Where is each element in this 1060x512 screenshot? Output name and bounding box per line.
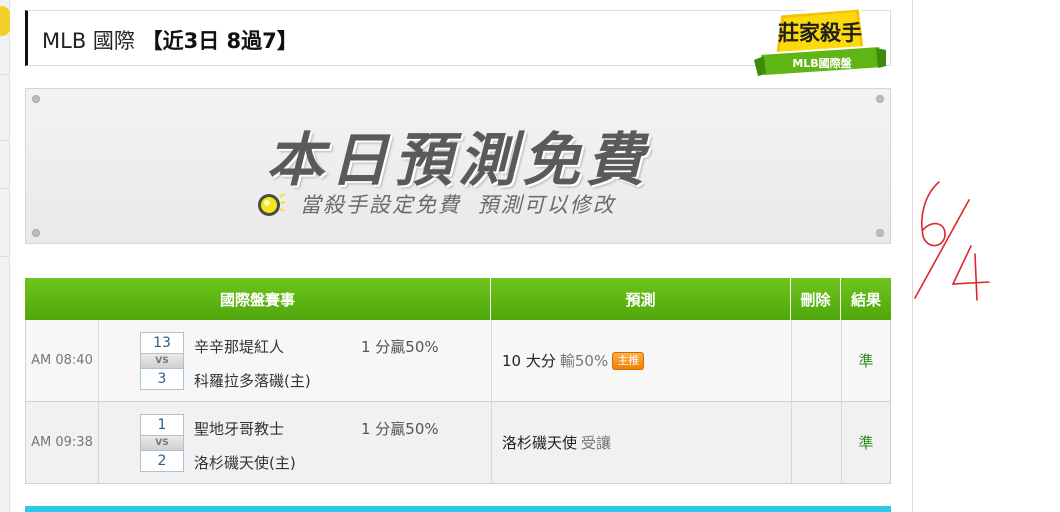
away-score: 13 bbox=[140, 332, 184, 354]
divider bbox=[0, 188, 10, 189]
game-time: AM 09:38 bbox=[26, 402, 99, 483]
game-time: AM 08:40 bbox=[26, 320, 99, 401]
scoreboard: 13 VS 3 bbox=[140, 332, 184, 390]
prediction-odds: 輸50% bbox=[559, 352, 609, 370]
screw-icon bbox=[32, 95, 40, 103]
matchup-cell: 13 VS 3 辛辛那堤紅人 科羅拉多落磯(主) 1 分贏50% bbox=[99, 320, 492, 401]
screw-icon bbox=[876, 95, 884, 103]
record-summary: 【近3日 8過7】 bbox=[141, 29, 298, 53]
screw-icon bbox=[32, 229, 40, 237]
page-title: MLB 國際 【近3日 8過7】 bbox=[42, 25, 298, 55]
table-row: AM 08:40 13 VS 3 辛辛那堤紅人 科羅拉多落磯(主) 1 分贏50… bbox=[25, 320, 891, 402]
result-value: 準 bbox=[858, 434, 874, 452]
league-name: MLB 國際 bbox=[42, 29, 135, 53]
handicap-line: 1 分贏50% bbox=[361, 338, 439, 356]
prediction-pick: 10 大分 bbox=[502, 352, 556, 370]
prediction-cell: 洛杉磯天使 受讓 bbox=[492, 402, 792, 483]
prediction-odds: 受讓 bbox=[581, 434, 612, 452]
lightbulb-icon bbox=[258, 193, 286, 216]
table-row: AM 09:38 1 VS 2 聖地牙哥教士 洛杉磯天使(主) 1 分贏50% … bbox=[25, 402, 891, 484]
left-edge-strip bbox=[0, 0, 10, 512]
vs-label: VS bbox=[140, 436, 184, 450]
divider bbox=[0, 256, 10, 257]
badge-main-text: 莊家殺手 bbox=[778, 21, 862, 45]
away-team: 辛辛那堤紅人 bbox=[194, 338, 285, 356]
header-prediction: 預測 bbox=[491, 278, 791, 320]
home-team: 洛杉磯天使(主) bbox=[194, 454, 296, 472]
badge-sub-text: MLB國際盤 bbox=[792, 56, 852, 70]
dealer-killer-badge: 莊家殺手 MLB國際盤 bbox=[750, 4, 890, 80]
handicap-line: 1 分贏50% bbox=[361, 420, 439, 438]
header-delete: 刪除 bbox=[791, 278, 841, 320]
divider bbox=[0, 74, 10, 75]
games-table: 國際盤賽事 預測 刪除 結果 AM 08:40 13 VS 3 辛辛那堤紅人 科… bbox=[25, 278, 891, 484]
header-result: 結果 bbox=[850, 290, 881, 309]
prediction-pick: 洛杉磯天使 bbox=[502, 434, 578, 452]
banner-title: 本日預測免費 bbox=[265, 126, 650, 194]
free-prediction-banner: 本日預測免費 當殺手設定免費 預測可以修改 bbox=[25, 88, 891, 244]
banner-subtitle: 當殺手設定免費 預測可以修改 bbox=[300, 193, 616, 217]
result-value: 準 bbox=[858, 352, 874, 370]
delete-cell bbox=[792, 402, 842, 483]
screw-icon bbox=[876, 229, 884, 237]
home-score: 2 bbox=[140, 450, 184, 472]
next-section-bar bbox=[25, 506, 891, 512]
table-header: 國際盤賽事 預測 刪除 結果 bbox=[25, 278, 891, 320]
away-score: 1 bbox=[140, 414, 184, 436]
header-game: 國際盤賽事 bbox=[25, 278, 491, 320]
away-team: 聖地牙哥教士 bbox=[194, 420, 285, 438]
vs-label: VS bbox=[140, 354, 184, 368]
banner-subtitle-row: 當殺手設定免費 預測可以修改 bbox=[256, 189, 616, 219]
handwritten-date-annotation bbox=[914, 181, 990, 301]
delete-cell bbox=[792, 320, 842, 401]
matchup-cell: 1 VS 2 聖地牙哥教士 洛杉磯天使(主) 1 分贏50% bbox=[99, 402, 492, 483]
divider bbox=[0, 140, 10, 141]
home-score: 3 bbox=[140, 368, 184, 390]
yellow-tab-icon bbox=[0, 6, 10, 36]
featured-tag: 主推 bbox=[612, 351, 645, 370]
scoreboard: 1 VS 2 bbox=[140, 414, 184, 472]
home-team: 科羅拉多落磯(主) bbox=[194, 372, 311, 390]
prediction-cell: 10 大分 輸50% 主推 bbox=[492, 320, 792, 401]
